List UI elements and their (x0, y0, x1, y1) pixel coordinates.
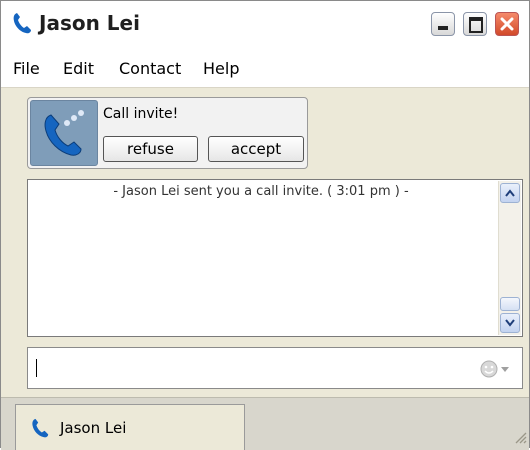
smiley-icon[interactable] (480, 360, 510, 382)
tab-jason-lei[interactable]: Jason Lei (15, 404, 245, 450)
menu-contact[interactable]: Contact (119, 59, 181, 78)
phone-icon (11, 11, 33, 35)
menu-edit[interactable]: Edit (63, 59, 94, 78)
message-log[interactable]: - Jason Lei sent you a call invite. ( 3:… (27, 179, 523, 337)
minimize-button[interactable] (431, 12, 455, 36)
text-caret (36, 359, 37, 377)
close-button[interactable] (495, 12, 519, 36)
tab-label: Jason Lei (60, 419, 127, 437)
menu-bar: File Edit Contact Help (1, 47, 529, 88)
menu-file[interactable]: File (13, 59, 40, 78)
chevron-down-icon (505, 319, 515, 327)
phone-with-dots-icon (44, 110, 84, 156)
scroll-down-button[interactable] (500, 313, 520, 333)
window-title: Jason Lei (39, 11, 140, 35)
invite-title: Call invite! (103, 106, 179, 122)
phone-icon (30, 417, 50, 443)
menu-help[interactable]: Help (203, 59, 239, 78)
refuse-button[interactable]: refuse (103, 136, 198, 162)
maximize-button[interactable] (463, 12, 487, 36)
call-icon-box (30, 100, 98, 166)
accept-button[interactable]: accept (208, 136, 304, 162)
call-invite-panel: Call invite! refuse accept (27, 97, 308, 169)
chevron-up-icon (505, 189, 515, 197)
chat-window: Jason Lei File Edit Contact Help Call in… (0, 0, 530, 450)
scroll-up-button[interactable] (500, 183, 520, 203)
title-bar[interactable]: Jason Lei (1, 1, 529, 47)
close-icon (500, 17, 514, 31)
resize-grip-icon[interactable] (513, 429, 527, 448)
message-input[interactable] (27, 347, 523, 389)
conversation-tab-bar: Jason Lei (1, 397, 529, 450)
scroll-thumb[interactable] (500, 297, 520, 311)
log-scrollbar[interactable] (498, 181, 521, 335)
system-message: - Jason Lei sent you a call invite. ( 3:… (113, 184, 409, 199)
